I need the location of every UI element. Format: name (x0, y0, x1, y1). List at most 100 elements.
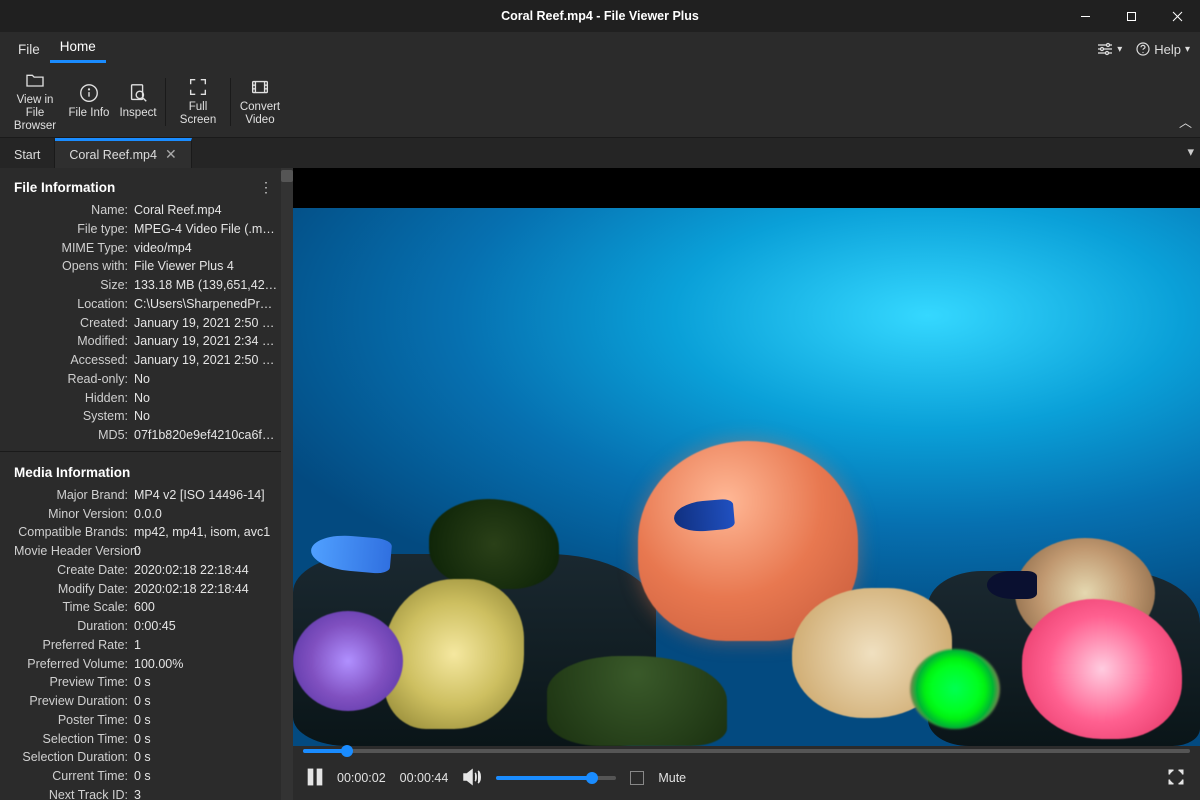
info-value: January 19, 2021 2:50 PM (134, 314, 279, 333)
info-row: Name:Coral Reef.mp4 (12, 201, 281, 220)
info-value: No (134, 370, 279, 389)
info-row: Preferred Rate:1 (12, 636, 281, 655)
info-key: MIME Type: (14, 239, 134, 258)
info-value: mp42, mp41, isom, avc1 (134, 523, 279, 542)
info-row: Duration:0:00:45 (12, 617, 281, 636)
tab-start[interactable]: Start (0, 138, 55, 168)
toolbar-divider (230, 78, 231, 126)
info-key: Poster Time: (14, 711, 134, 730)
info-value: 133.18 MB (139,651,421 bytes) (134, 276, 279, 295)
info-value: 0 s (134, 692, 279, 711)
info-row: Preview Duration:0 s (12, 692, 281, 711)
info-value: 600 (134, 598, 279, 617)
info-value: Coral Reef.mp4 (134, 201, 279, 220)
info-key: Created: (14, 314, 134, 333)
tabbar: Start Coral Reef.mp4 ✕ ▾ (0, 138, 1200, 168)
info-row: System:No (12, 407, 281, 426)
settings-icon[interactable]: ▾ (1097, 42, 1122, 56)
seek-bar[interactable] (293, 746, 1200, 756)
volume-slider[interactable] (496, 776, 616, 780)
info-value: 0 s (134, 711, 279, 730)
pause-button[interactable] (307, 768, 323, 789)
help-button[interactable]: Help▾ (1136, 42, 1190, 57)
info-row: Next Track ID:3 (12, 786, 281, 800)
info-row: Movie Header Version:0 (12, 542, 281, 561)
view-in-file-browser-button[interactable]: View in File Browser (6, 70, 64, 134)
video-panel: 00:00:02 00:00:44 Mute (293, 168, 1200, 800)
tab-active-file[interactable]: Coral Reef.mp4 ✕ (55, 138, 191, 168)
info-key: MD5: (14, 426, 134, 445)
info-key: Modified: (14, 332, 134, 351)
info-value: 3 (134, 786, 279, 800)
info-value: January 19, 2021 2:34 PM (134, 332, 279, 351)
info-row: Read-only:No (12, 370, 281, 389)
window-controls (1062, 0, 1200, 32)
minimize-button[interactable] (1062, 0, 1108, 32)
info-key: Time Scale: (14, 598, 134, 617)
info-row: Selection Duration:0 s (12, 748, 281, 767)
info-value: No (134, 407, 279, 426)
close-tab-icon[interactable]: ✕ (165, 146, 177, 163)
convert-video-button[interactable]: Convert Video (234, 70, 286, 134)
toolbar: View in File Browser File Info Inspect F… (0, 66, 1200, 138)
info-row: Selection Time:0 s (12, 730, 281, 749)
info-value: 0 s (134, 767, 279, 786)
info-key: Location: (14, 295, 134, 314)
info-row: Poster Time:0 s (12, 711, 281, 730)
file-info-button[interactable]: File Info (64, 70, 114, 134)
info-row: MIME Type:video/mp4 (12, 239, 281, 258)
info-sidebar: File Information⋮Name:Coral Reef.mp4File… (0, 168, 293, 800)
full-screen-button[interactable]: Full Screen (169, 70, 227, 134)
info-row: Hidden:No (12, 389, 281, 408)
sidebar-scrollbar[interactable] (281, 168, 293, 800)
info-row: MD5:07f1b820e9ef4210ca6fca02668c... (12, 426, 281, 445)
toolbar-divider (165, 78, 166, 126)
info-key: Next Track ID: (14, 786, 134, 800)
maximize-button[interactable] (1108, 0, 1154, 32)
info-key: System: (14, 407, 134, 426)
tool-label: Convert Video (240, 101, 280, 127)
close-button[interactable] (1154, 0, 1200, 32)
mute-label: Mute (658, 771, 686, 785)
menu-file[interactable]: File (8, 38, 50, 61)
info-row: Opens with:File Viewer Plus 4 (12, 257, 281, 276)
info-key: Hidden: (14, 389, 134, 408)
info-key: Preview Duration: (14, 692, 134, 711)
tool-label: Full Screen (169, 101, 227, 127)
remaining-time: 00:00:44 (400, 771, 449, 785)
info-key: Name: (14, 201, 134, 220)
info-key: Opens with: (14, 257, 134, 276)
mute-checkbox[interactable] (630, 771, 644, 785)
menubar: File Home ▾ Help▾ (0, 32, 1200, 66)
tab-overflow-icon[interactable]: ▾ (1187, 144, 1194, 160)
info-key: Read-only: (14, 370, 134, 389)
info-key: File type: (14, 220, 134, 239)
info-key: Compatible Brands: (14, 523, 134, 542)
info-row: Preview Time:0 s (12, 673, 281, 692)
fullscreen-button[interactable] (1166, 767, 1186, 790)
info-value: 2020:02:18 22:18:44 (134, 580, 279, 599)
menu-home[interactable]: Home (50, 35, 106, 63)
info-value: 1 (134, 636, 279, 655)
tool-label: View in File Browser (6, 94, 64, 134)
window-title: Coral Reef.mp4 - File Viewer Plus (501, 9, 699, 23)
info-value: video/mp4 (134, 239, 279, 258)
volume-icon[interactable] (462, 768, 482, 789)
info-key: Create Date: (14, 561, 134, 580)
info-value: 0 s (134, 730, 279, 749)
main-area: File Information⋮Name:Coral Reef.mp4File… (0, 168, 1200, 800)
info-key: Preferred Volume: (14, 655, 134, 674)
tool-label: Inspect (119, 107, 156, 120)
info-row: Time Scale:600 (12, 598, 281, 617)
video-frame[interactable] (293, 168, 1200, 746)
info-key: Modify Date: (14, 580, 134, 599)
titlebar: Coral Reef.mp4 - File Viewer Plus (0, 0, 1200, 32)
collapse-ribbon-icon[interactable]: ︿ (1179, 112, 1192, 131)
info-row: Modified:January 19, 2021 2:34 PM (12, 332, 281, 351)
info-row: File type:MPEG-4 Video File (.mp4) (12, 220, 281, 239)
more-icon[interactable]: ⋮ (259, 185, 277, 191)
inspect-button[interactable]: Inspect (114, 70, 162, 134)
tool-label: File Info (69, 107, 110, 120)
info-key: Current Time: (14, 767, 134, 786)
info-value: C:\Users\SharpenedProductions\... (134, 295, 279, 314)
